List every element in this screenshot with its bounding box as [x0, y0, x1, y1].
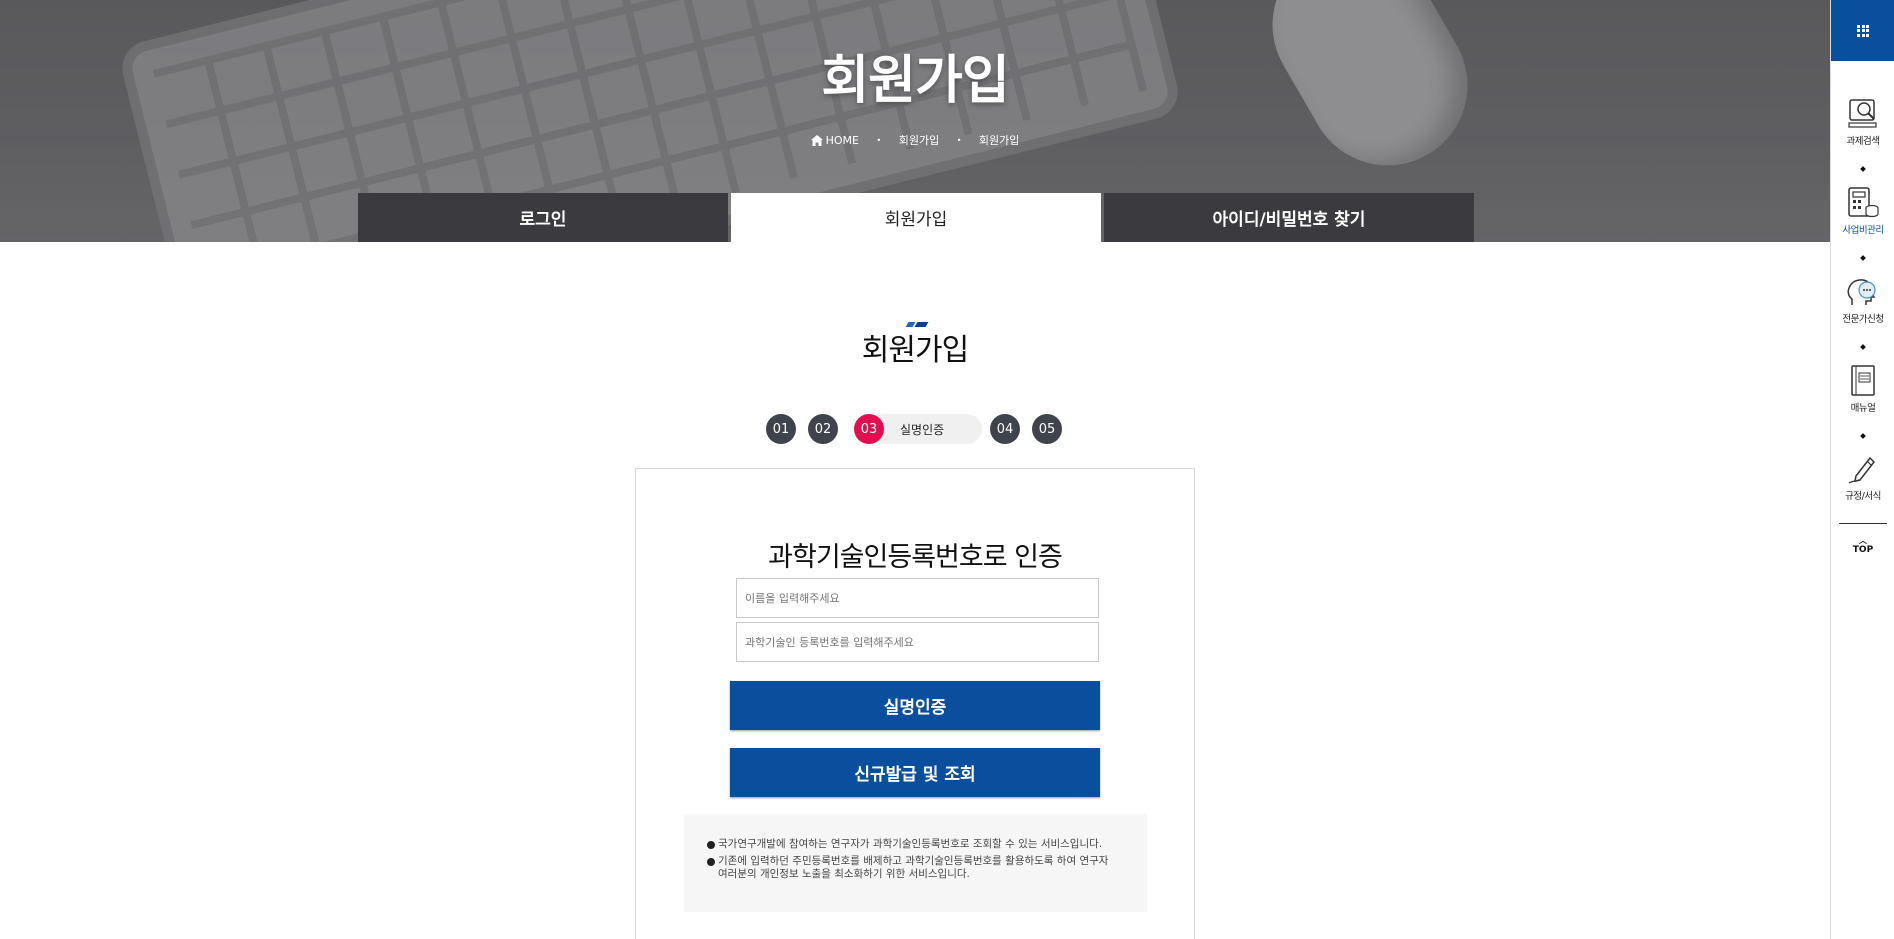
home-icon: [810, 134, 823, 146]
separator-dot: [1860, 433, 1866, 439]
name-input[interactable]: [736, 578, 1099, 618]
step-05: 05: [1032, 414, 1062, 444]
quick-item-label: 규정/서식: [1845, 491, 1881, 502]
step-02: 02: [808, 414, 838, 444]
all-menu-button[interactable]: [1831, 0, 1894, 61]
scroll-top-button[interactable]: ︿ TOP: [1831, 536, 1894, 556]
notice-box: 국가연구개발에 참여하는 연구자가 과학기술인등록번호로 조회할 수 있는 서비…: [684, 814, 1147, 912]
notice-item: 국가연구개발에 참여하는 연구자가 과학기술인등록번호로 조회할 수 있는 서비…: [707, 838, 1121, 851]
divider: [1839, 523, 1887, 524]
step-03: 03: [854, 414, 884, 444]
quick-item-label: 매뉴얼: [1850, 403, 1876, 414]
issue-lookup-button[interactable]: 신규발급 및 조회: [730, 748, 1100, 797]
breadcrumb-separator: •: [876, 135, 882, 145]
quick-item-budget[interactable]: 사업비관리: [1831, 186, 1894, 236]
hero-title: 회원가입: [821, 51, 1009, 111]
search-monitor-icon: [1848, 99, 1877, 128]
registration-number-input[interactable]: [736, 622, 1099, 662]
top-label: TOP: [1852, 545, 1874, 555]
step-04: 04: [990, 414, 1020, 444]
section-title: 회원가입: [861, 333, 969, 368]
separator-dot: [1860, 344, 1866, 350]
form-title: 과학기술인등록번호로 인증: [768, 542, 1063, 573]
expert-icon: [1847, 279, 1876, 305]
breadcrumb: HOME • 회원가입 • 회원가입: [0, 132, 1830, 148]
pen-icon: [1848, 456, 1875, 484]
manual-icon: [1851, 365, 1875, 396]
tab-login[interactable]: 로그인: [358, 193, 728, 242]
page: 회원가입 HOME • 회원가입 • 회원가입 로그인 회원가입 아이디/비밀번…: [0, 0, 1894, 939]
breadcrumb-item[interactable]: 회원가입: [899, 132, 939, 148]
quick-item-expert-apply[interactable]: 전문가신청: [1831, 275, 1894, 325]
breadcrumb-home[interactable]: HOME: [810, 133, 859, 147]
calculator-icon: [1848, 187, 1879, 218]
tab-signup[interactable]: 회원가입: [731, 193, 1101, 242]
separator-dot: [1860, 255, 1866, 261]
breadcrumb-separator: •: [956, 135, 962, 145]
notice-item: 기존에 입력하던 주민등록번호를 배제하고 과학기술인등록번호를 활용하도록 하…: [707, 855, 1121, 881]
quick-menu-bar: 과제검색 사업비관리 전문가신청 매뉴얼 규정/서식 ︿ TOP: [1830, 0, 1894, 939]
step-01: 01: [766, 414, 796, 444]
hero-banner: 회원가입 HOME • 회원가입 • 회원가입 로그인 회원가입 아이디/비밀번…: [0, 0, 1830, 242]
chevron-up-icon: ︿: [1859, 536, 1867, 545]
tab-find-account[interactable]: 아이디/비밀번호 찾기: [1104, 193, 1474, 242]
tab-bar: 로그인 회원가입 아이디/비밀번호 찾기: [358, 193, 1477, 242]
quick-item-label: 과제검색: [1846, 136, 1880, 147]
quick-item-regulations[interactable]: 규정/서식: [1831, 452, 1894, 502]
grid-menu-icon: [1857, 24, 1869, 37]
quick-item-project-search[interactable]: 과제검색: [1831, 97, 1894, 147]
quick-item-manual[interactable]: 매뉴얼: [1831, 364, 1894, 414]
separator-dot: [1860, 166, 1866, 172]
breadcrumb-item[interactable]: 회원가입: [979, 132, 1019, 148]
verify-button[interactable]: 실명인증: [730, 681, 1100, 730]
verification-card: 과학기술인등록번호로 인증 실명인증 신규발급 및 조회 국가연구개발에 참여하…: [635, 468, 1195, 939]
breadcrumb-home-label: HOME: [825, 133, 859, 147]
current-step-label: 실명인증: [870, 414, 982, 444]
quick-item-label: 사업비관리: [1842, 225, 1884, 236]
quick-item-label: 전문가신청: [1842, 314, 1884, 325]
